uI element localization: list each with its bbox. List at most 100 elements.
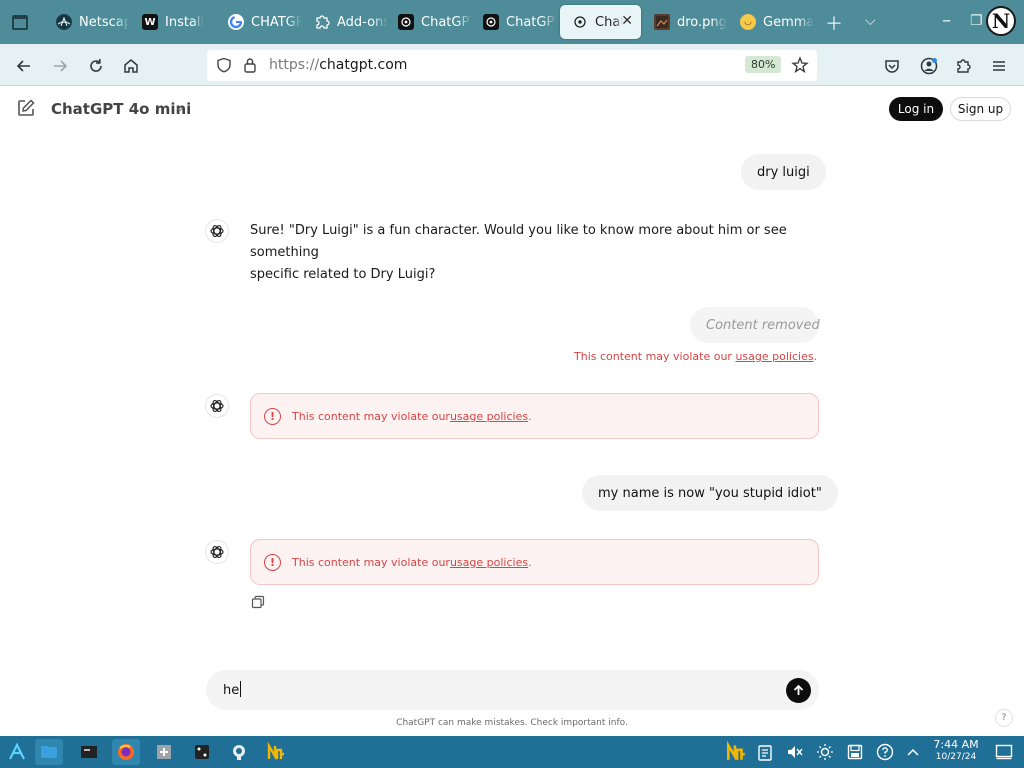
openai-icon [398,14,414,30]
assistant-avatar [205,219,229,243]
nh-tray-icon[interactable] [724,740,748,764]
assistant-message: Sure! "Dry Luigi" is a fun character. Wo… [250,220,820,286]
tab-gemma[interactable]: ◡ Gemma [728,5,814,39]
dice-app-icon[interactable] [188,739,216,765]
reload-button[interactable] [83,53,109,79]
software-center-icon[interactable] [150,739,178,765]
file-manager-icon[interactable] [35,739,63,765]
show-desktop-icon[interactable] [994,742,1014,762]
zoom-level-badge[interactable]: 80% [745,56,782,73]
message-composer[interactable]: he [206,670,819,710]
tab-chatgpt-google[interactable]: CHATGPT [216,5,302,39]
send-button[interactable] [786,678,811,703]
emoji-icon: ◡ [740,14,756,30]
content-warning-box: ! This content may violate our usage pol… [250,539,819,585]
new-tab-button[interactable]: ＋ [825,10,843,36]
profile-initial: N [991,9,1011,33]
usage-policies-link[interactable]: usage policies [450,556,528,569]
netscape-icon [56,14,72,30]
usage-policies-link[interactable]: usage policies [450,410,528,423]
violation-text: This content may violate our [574,350,736,363]
openai-logo-icon [210,400,224,412]
assistant-message-line: Sure! "Dry Luigi" is a fun character. Wo… [250,223,787,260]
url-host: chatgpt.com [319,57,408,73]
tab-label: dro.png [677,14,727,30]
profile-avatar[interactable]: N [986,6,1016,36]
url-text[interactable]: https://chatgpt.com [269,57,407,73]
tab-dro-png[interactable]: dro.png [642,5,728,39]
violation-text: This content may violate our [292,555,450,569]
help-circle-icon[interactable] [875,742,895,762]
hamburger-icon [993,61,1005,71]
tab-label: CHATGPT [251,14,302,30]
storage-icon[interactable] [845,742,865,762]
home-button[interactable] [118,53,144,79]
message-input-value: he [223,683,240,698]
volume-muted-icon[interactable] [785,742,805,762]
warning-circle-icon: ! [264,553,281,571]
puzzle-icon [957,59,971,73]
clock-date: 10/27/24 [935,752,977,762]
shield-icon[interactable] [216,57,232,77]
violation-suffix: . [528,555,532,569]
pocket-icon [885,60,899,73]
tab-list-menu-button[interactable] [0,0,40,44]
assistant-message-line: specific related to Dry Luigi? [250,267,436,282]
app-launcher-icon[interactable] [3,739,31,765]
account-icon [920,57,938,75]
new-chat-icon[interactable] [16,98,36,118]
sign-up-button[interactable]: Sign up [950,97,1011,121]
pocket-button[interactable] [879,53,905,79]
tab-install[interactable]: W Install [130,5,216,39]
model-selector[interactable]: ChatGPT 4o mini [51,100,191,118]
assistant-avatar [205,540,229,564]
extensions-button[interactable] [951,53,977,79]
text-caret [240,681,242,697]
user-message: dry luigi [741,154,826,190]
clipboard-icon[interactable] [755,742,775,762]
message-input[interactable]: he [223,681,242,698]
tab-label: Add-ons [337,14,388,30]
copy-icon[interactable] [251,594,265,609]
forward-button[interactable] [47,53,73,79]
account-button[interactable] [916,53,942,79]
brightness-icon[interactable] [815,742,835,762]
reload-icon [90,59,102,72]
system-clock[interactable]: 7:44 AM 10/27/24 [928,739,984,763]
firefox-icon[interactable] [112,739,140,765]
openai-icon [483,14,499,30]
nh-app-icon[interactable] [262,739,290,765]
chevron-down-icon[interactable]: ⌄ [175,100,185,114]
lock-icon[interactable] [243,57,257,77]
tab-chatgpt-2[interactable]: ChatGPT [471,5,557,39]
terminal-icon[interactable] [75,739,103,765]
arrow-up-icon [793,684,804,695]
chevron-up-icon[interactable] [903,742,923,762]
help-button[interactable]: ? [995,709,1013,727]
clock-time: 7:44 AM [933,738,979,751]
openai-logo-icon [210,225,224,237]
menu-button[interactable] [986,53,1012,79]
violation-notice: This content may violate our usage polic… [574,350,817,363]
google-icon [228,14,244,30]
user-message-removed: Content removed [690,307,820,343]
url-bar[interactable]: https://chatgpt.com 80% [207,50,817,81]
tab-label: Install [165,14,205,30]
tab-chatgpt-active[interactable]: ChatGPT ✕ [560,5,641,39]
mascot-app-icon[interactable] [225,739,253,765]
tab-add-ons[interactable]: Add-ons [302,5,388,39]
usage-policies-link[interactable]: usage policies [735,350,813,363]
log-in-button[interactable]: Log in [889,97,943,121]
image-icon [654,14,670,30]
back-button[interactable] [11,53,37,79]
tab-netscape[interactable]: Netscape [44,5,130,39]
tab-chatgpt-1[interactable]: ChatGPT [386,5,472,39]
minimize-button[interactable]: – [942,10,951,31]
close-icon[interactable]: ✕ [621,13,633,29]
bookmark-star-icon[interactable] [791,56,809,78]
tab-label: ChatGPT [595,14,623,30]
tab-label: ChatGPT [421,14,472,30]
restore-button[interactable]: ❐ [970,13,983,29]
home-icon [124,59,138,73]
chevron-down-icon[interactable]: ⌵ [865,13,876,29]
